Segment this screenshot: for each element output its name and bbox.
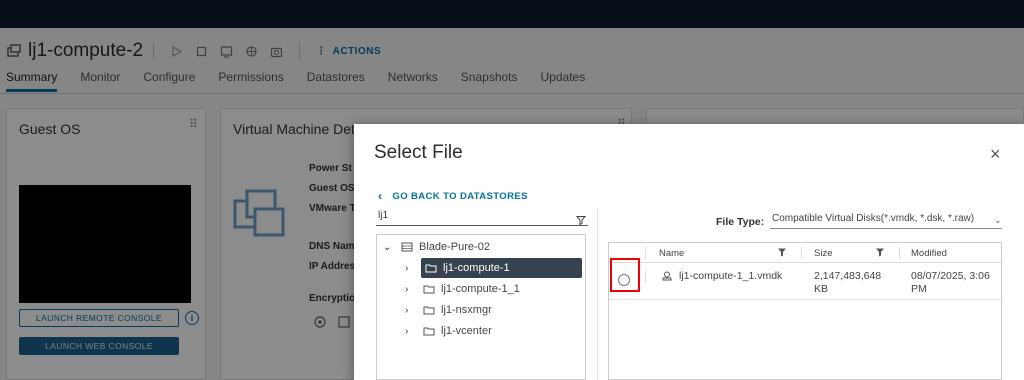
chevron-right-icon[interactable]: › [405, 263, 419, 274]
chevron-left-icon: ‹ [378, 189, 383, 203]
folder-icon [425, 263, 437, 273]
annotation-highlight [610, 258, 640, 292]
column-divider[interactable] [801, 247, 802, 259]
virtual-disk-icon [661, 270, 673, 282]
file-modified-time: PM [911, 283, 927, 295]
grid-header: Name Size Modified [609, 243, 1001, 263]
datastore-filter-input[interactable]: lj1 [376, 210, 588, 226]
filter-icon[interactable] [777, 247, 787, 257]
tree-item-folder[interactable]: › lj1-nsxmgr [405, 300, 492, 320]
tree-item-label: lj1-vcenter [441, 325, 492, 337]
close-icon[interactable]: × [990, 144, 1001, 165]
filter-icon[interactable] [575, 212, 587, 226]
chevron-right-icon[interactable]: › [405, 284, 419, 295]
tree-item-folder[interactable]: › lj1-compute-1_1 [405, 279, 520, 299]
back-link-label: GO BACK TO DATASTORES [392, 190, 528, 202]
tree-item-folder[interactable]: › lj1-vcenter [405, 321, 492, 341]
dialog-title: Select File [374, 142, 463, 163]
file-name: lj1-compute-1_1.vmdk [679, 270, 783, 282]
column-divider [645, 247, 646, 259]
folder-icon [423, 284, 435, 294]
chevron-right-icon[interactable]: › [405, 326, 419, 337]
tree-item-folder[interactable]: lj1-compute-1 [421, 258, 582, 278]
file-size: 2,147,483,648 [814, 270, 882, 282]
column-header-size[interactable]: Size [814, 248, 832, 259]
datastore-icon [401, 242, 413, 252]
tree-item-label: lj1-nsxmgr [441, 304, 492, 316]
tree-item-label: Blade-Pure-02 [419, 241, 490, 253]
pane-divider[interactable] [597, 208, 598, 380]
tree-item-datastore[interactable]: ⌄ Blade-Pure-02 [383, 237, 583, 257]
file-type-select[interactable]: Compatible Virtual Disks(*.vmdk, *.dsk, … [770, 213, 1002, 229]
column-divider[interactable] [899, 247, 900, 259]
select-file-dialog: Select File × ‹ GO BACK TO DATASTORES lj… [354, 124, 1024, 380]
column-header-modified[interactable]: Modified [911, 248, 947, 259]
folder-icon [423, 305, 435, 315]
column-divider [645, 271, 646, 283]
file-size-unit: KB [814, 283, 829, 295]
tree-item-label: lj1-compute-1 [443, 262, 510, 274]
datastore-tree: ⌄ Blade-Pure-02 › lj1-compute-1 › lj1-co… [376, 234, 586, 380]
go-back-to-datastores-link[interactable]: ‹ GO BACK TO DATASTORES [378, 189, 528, 203]
chevron-right-icon[interactable]: › [405, 305, 419, 316]
column-header-name[interactable]: Name [659, 248, 684, 259]
table-row[interactable]: lj1-compute-1_1.vmdk 2,147,483,648 KB 08… [609, 263, 1001, 300]
file-modified: 08/07/2025, 3:06 [911, 270, 990, 282]
file-grid: Name Size Modified lj1-compute-1_1.vmdk … [608, 242, 1002, 380]
folder-icon [423, 326, 435, 336]
filter-icon[interactable] [875, 247, 885, 257]
tree-item-folder-caret[interactable]: › [405, 258, 419, 278]
chevron-down-icon[interactable]: ⌄ [383, 242, 397, 253]
tree-item-label: lj1-compute-1_1 [441, 283, 520, 295]
file-type-label: File Type: [716, 216, 765, 228]
chevron-down-icon[interactable]: ⌄ [994, 215, 1002, 226]
